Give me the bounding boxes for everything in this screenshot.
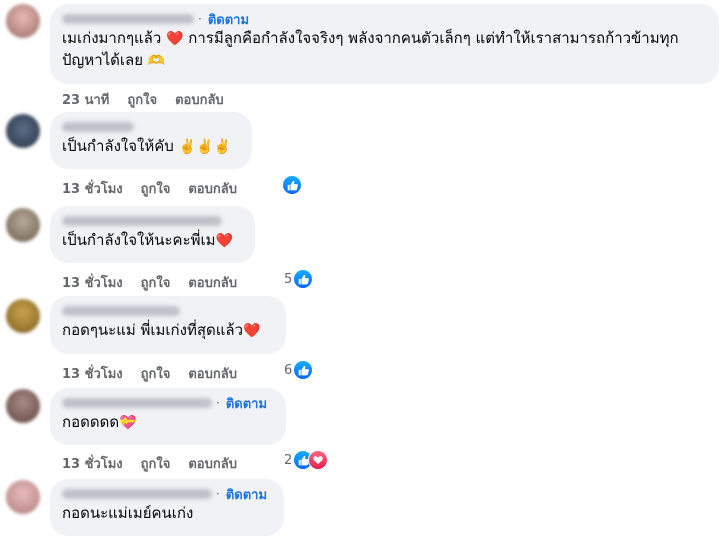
comment-bubble: · ติดตาม กอดดดด💝: [50, 388, 286, 445]
comment-time[interactable]: 13 ชั่วโมง: [62, 178, 123, 199]
reaction-summary[interactable]: [282, 175, 302, 195]
like-link[interactable]: ถูกใจ: [141, 363, 171, 384]
comment-text: เป็นกำลังใจให้นะคะพี่เม❤️: [62, 231, 233, 249]
avatar[interactable]: [6, 389, 40, 423]
victory-hand-emoji: ✌️✌️✌️: [178, 139, 231, 155]
reaction-count: 5: [284, 271, 293, 287]
separator-dot: ·: [216, 487, 220, 501]
avatar[interactable]: [6, 208, 40, 242]
separator-dot: ·: [216, 396, 220, 410]
comment-text: กอดๆนะแม่ พี่เมเก่งที่สุดแล้ว❤️: [62, 321, 261, 339]
reply-link[interactable]: ตอบกลับ: [188, 363, 237, 384]
comment-time[interactable]: 13 ชั่วโมง: [62, 453, 123, 474]
comment-bubble: เป็นกำลังใจให้นะคะพี่เม❤️: [50, 206, 255, 263]
reaction-count: 2: [284, 452, 293, 468]
reply-link[interactable]: ตอบกลับ: [188, 272, 237, 293]
commenter-name[interactable]: [62, 398, 212, 408]
reply-link[interactable]: ตอบกลับ: [188, 453, 237, 474]
avatar[interactable]: [6, 114, 40, 148]
comment-bubble: กอดๆนะแม่ พี่เมเก่งที่สุดแล้ว❤️: [50, 296, 286, 354]
reaction-summary[interactable]: 5: [284, 269, 314, 289]
commenter-name[interactable]: [62, 14, 194, 24]
heart-hands-emoji: 🫶: [147, 53, 166, 69]
like-icon: [293, 360, 314, 380]
comment-text: เป็นกำลังใจให้คับ ✌️✌️✌️: [62, 137, 231, 155]
follow-button[interactable]: ติดตาม: [226, 393, 267, 414]
comment-text: เมเก่งมากๆแล้ว ❤️ การมีลูกคือกำลังใจจริง…: [62, 29, 679, 69]
reply-link[interactable]: ตอบกลับ: [175, 89, 224, 110]
comment-time[interactable]: 13 ชั่วโมง: [62, 272, 123, 293]
like-link[interactable]: ถูกใจ: [141, 178, 171, 199]
like-icon: [282, 175, 302, 195]
avatar[interactable]: [6, 4, 40, 38]
comment-text: กอดดดด💝: [62, 413, 137, 431]
like-link[interactable]: ถูกใจ: [141, 453, 171, 474]
reaction-count: 6: [284, 362, 293, 378]
reaction-summary[interactable]: 6: [284, 360, 314, 380]
heart-ribbon-emoji: 💝: [119, 415, 137, 431]
separator-dot: ·: [198, 12, 202, 26]
heart-emoji: ❤️: [166, 31, 184, 47]
avatar[interactable]: [6, 299, 40, 333]
commenter-name[interactable]: [62, 489, 212, 499]
comment-actions: 13 ชั่วโมง ถูกใจ ตอบกลับ: [62, 272, 255, 293]
reply-link[interactable]: ตอบกลับ: [188, 178, 237, 199]
comment-time[interactable]: 13 ชั่วโมง: [62, 363, 123, 384]
comment-actions: 13 ชั่วโมง ถูกใจ ตอบกลับ: [62, 363, 255, 384]
follow-button[interactable]: ติดตาม: [208, 9, 249, 30]
heart-emoji: ❤️: [243, 323, 261, 339]
comment-time[interactable]: 23 นาที: [62, 89, 109, 110]
comment-actions: 13 ชั่วโมง ถูกใจ ตอบกลับ: [62, 178, 255, 199]
comment-actions: 23 นาที ถูกใจ ตอบกลับ: [62, 89, 242, 110]
comment-text: กอดนะแม่เมย์คนเก่ง: [62, 504, 194, 522]
love-icon: [308, 450, 329, 470]
heart-emoji: ❤️: [215, 233, 233, 249]
reaction-summary[interactable]: 2: [284, 450, 329, 470]
like-link[interactable]: ถูกใจ: [127, 89, 157, 110]
comment-bubble: · ติดตาม เมเก่งมากๆแล้ว ❤️ การมีลูกคือกำ…: [50, 4, 719, 84]
commenter-name[interactable]: [62, 122, 134, 132]
commenter-name[interactable]: [62, 216, 222, 226]
like-icon: [293, 269, 314, 289]
comment-actions: 13 ชั่วโมง ถูกใจ ตอบกลับ: [62, 453, 255, 474]
comment-bubble: เป็นกำลังใจให้คับ ✌️✌️✌️: [50, 112, 252, 169]
avatar[interactable]: [6, 480, 40, 514]
comment-bubble: · ติดตาม กอดนะแม่เมย์คนเก่ง: [50, 479, 284, 536]
like-link[interactable]: ถูกใจ: [141, 272, 171, 293]
follow-button[interactable]: ติดตาม: [226, 484, 267, 505]
commenter-name[interactable]: [62, 306, 180, 316]
